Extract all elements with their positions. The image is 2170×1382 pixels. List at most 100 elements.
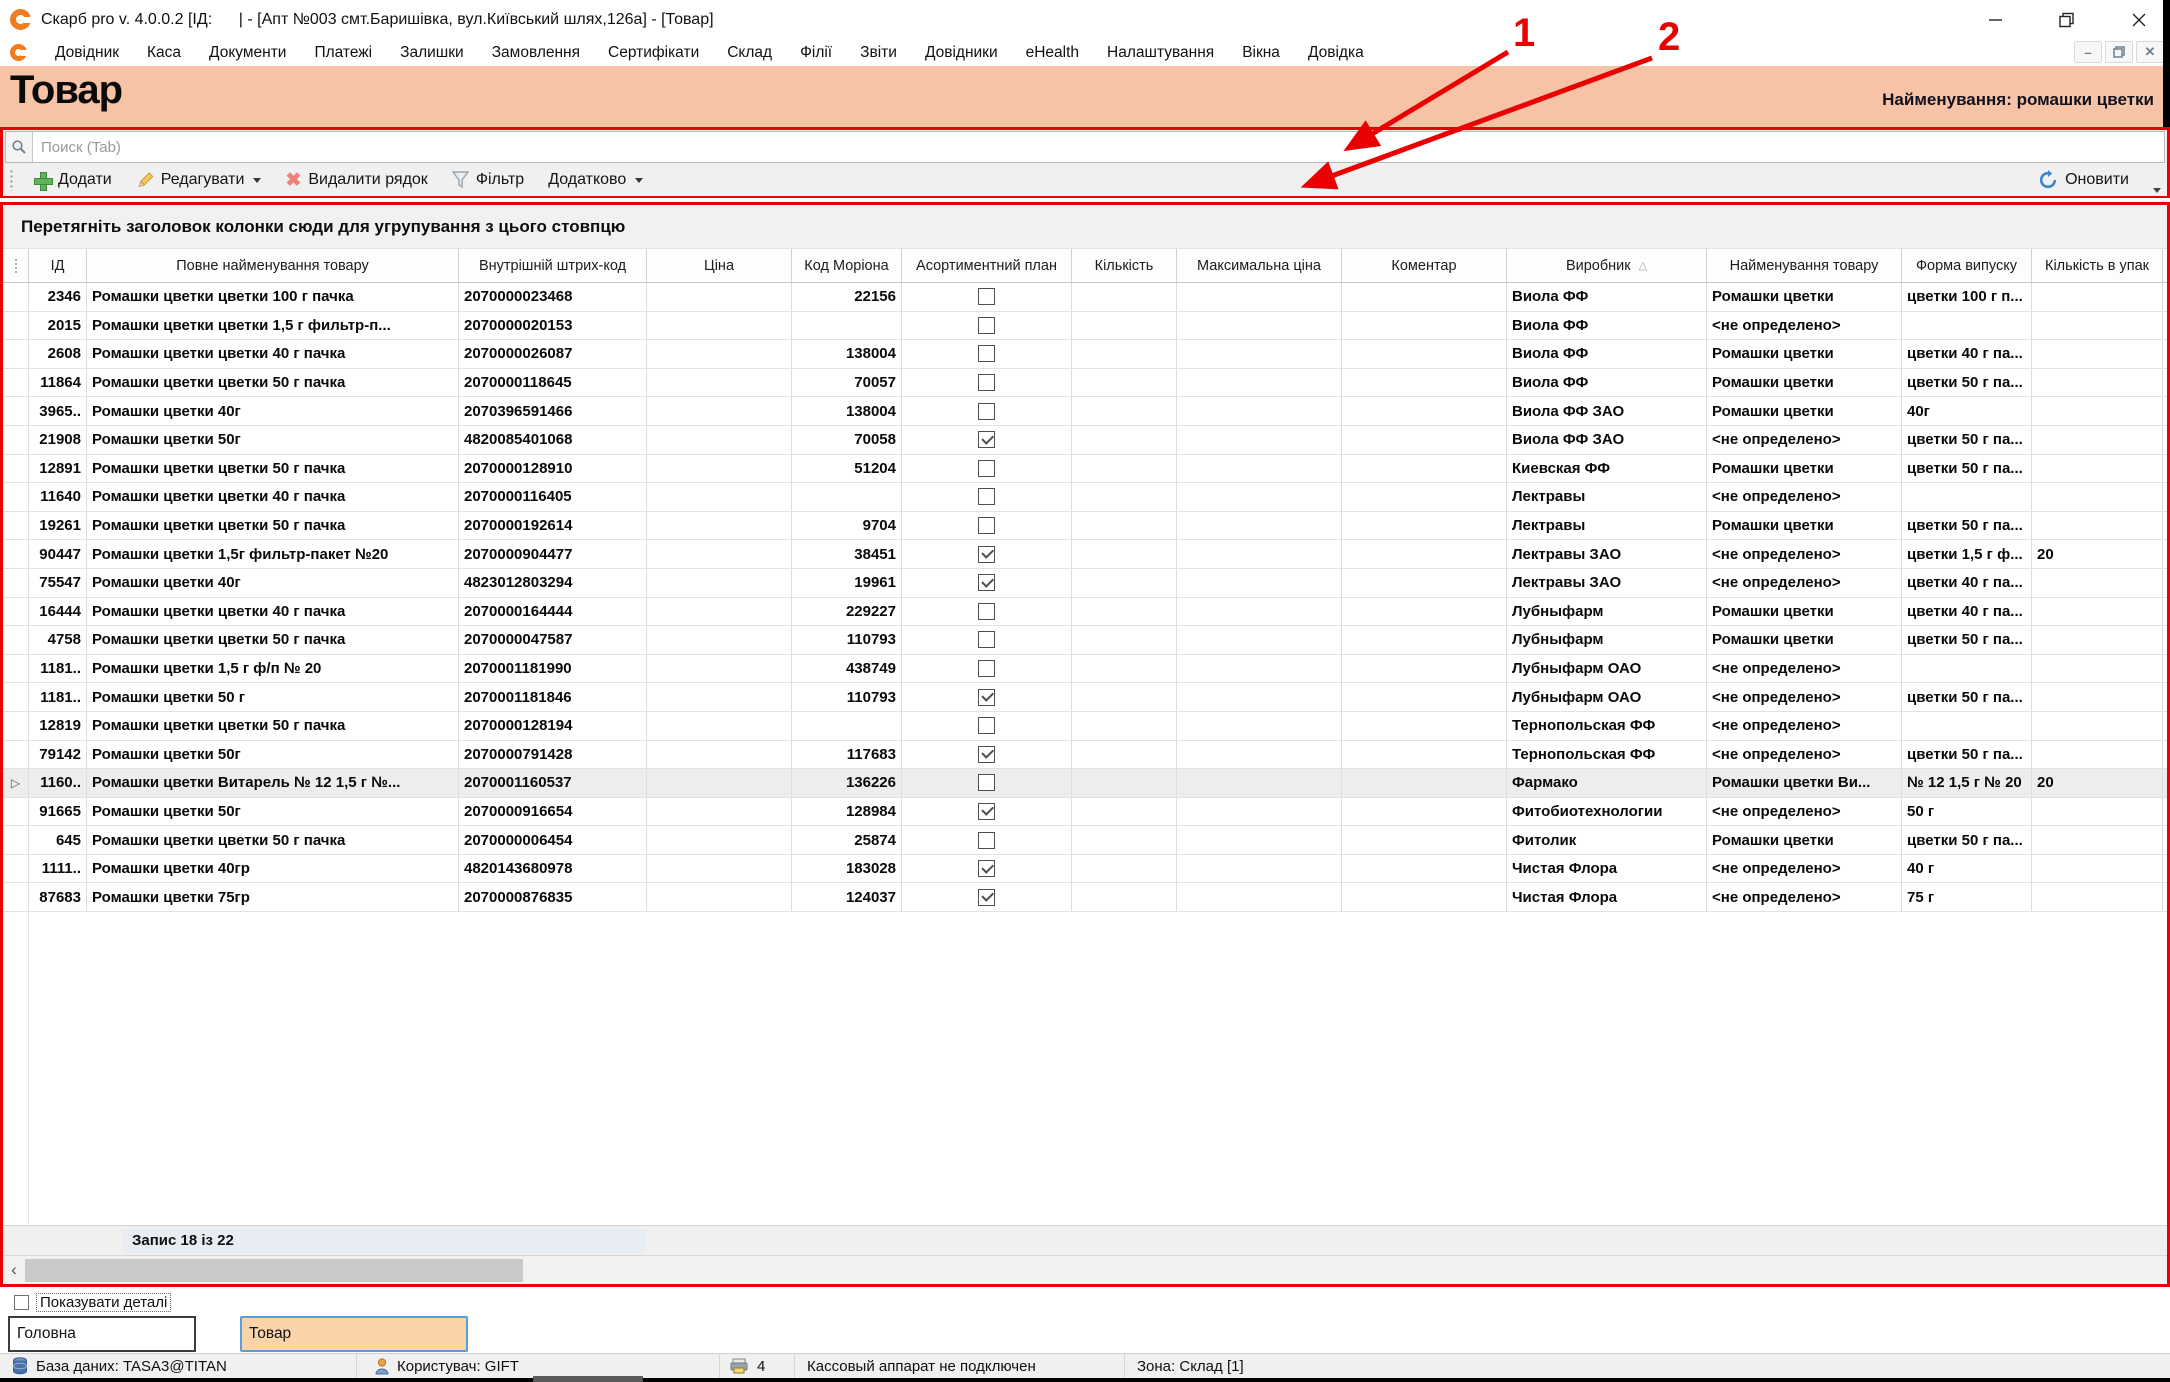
- column-header-product_name[interactable]: Найменування товару: [1707, 249, 1902, 282]
- cell-comment: [1342, 626, 1507, 654]
- checkbox-checked-icon[interactable]: [978, 803, 995, 820]
- checkbox-unchecked-icon[interactable]: [978, 345, 995, 362]
- cell-qty: [1072, 769, 1177, 797]
- column-header-barcode[interactable]: Внутрішній штрих-код: [459, 249, 647, 282]
- column-header-max_price[interactable]: Максимальна ціна: [1177, 249, 1342, 282]
- table-header-row: ІДПовне найменування товаруВнутрішній шт…: [3, 249, 2167, 283]
- column-header-plan[interactable]: Асортиментний план: [902, 249, 1072, 282]
- add-button[interactable]: Додати: [22, 168, 124, 192]
- table-row[interactable]: 90447Ромашки цветки 1,5г фильтр-пакет №2…: [3, 540, 2167, 569]
- checkbox-unchecked-icon[interactable]: [978, 374, 995, 391]
- table-row[interactable]: 1111..Ромашки цветки 40гр482014368097818…: [3, 855, 2167, 884]
- cell-pack: [2032, 569, 2163, 597]
- column-header-qty[interactable]: Кількість: [1072, 249, 1177, 282]
- restore-icon[interactable]: [2054, 7, 2080, 33]
- delete-row-button[interactable]: ✖ Видалити рядок: [273, 168, 439, 192]
- menu-item-Документи[interactable]: Документи: [195, 42, 300, 64]
- menu-item-Довідник[interactable]: Довідник: [41, 42, 133, 64]
- mdi-minimize-icon[interactable]: –: [2074, 41, 2102, 63]
- group-by-hint[interactable]: Перетягніть заголовок колонки сюди для у…: [3, 205, 2167, 249]
- column-header-full_name[interactable]: Повне найменування товару: [87, 249, 459, 282]
- checkbox-unchecked-icon[interactable]: [978, 288, 995, 305]
- menu-item-Налаштування[interactable]: Налаштування: [1093, 42, 1228, 64]
- checkbox-checked-icon[interactable]: [978, 546, 995, 563]
- show-details-label[interactable]: Показувати деталі: [36, 1293, 171, 1312]
- menu-item-Платежі[interactable]: Платежі: [300, 42, 386, 64]
- column-header-comment[interactable]: Коментар: [1342, 249, 1507, 282]
- menu-item-Довідка[interactable]: Довідка: [1294, 42, 1378, 64]
- checkbox-unchecked-icon[interactable]: [978, 660, 995, 677]
- mdi-restore-icon[interactable]: [2105, 41, 2133, 63]
- checkbox-unchecked-icon[interactable]: [978, 517, 995, 534]
- menu-item-Замовлення[interactable]: Замовлення: [478, 42, 594, 64]
- table-row[interactable]: 75547Ромашки цветки 40г48230128032941996…: [3, 569, 2167, 598]
- column-header-form[interactable]: Форма випуску: [1902, 249, 2032, 282]
- table-row[interactable]: 87683Ромашки цветки 75гр2070000876835124…: [3, 883, 2167, 912]
- minimize-icon[interactable]: [1982, 7, 2008, 33]
- checkbox-checked-icon[interactable]: [978, 746, 995, 763]
- table-row[interactable]: 645Ромашки цветки цветки 50 г пачка20700…: [3, 826, 2167, 855]
- checkbox-unchecked-icon[interactable]: [978, 631, 995, 648]
- scrollbar-thumb[interactable]: [25, 1259, 523, 1282]
- mdi-close-icon[interactable]: ✕: [2136, 41, 2164, 63]
- table-row[interactable]: 12819Ромашки цветки цветки 50 г пачка207…: [3, 712, 2167, 741]
- toolbar-grip[interactable]: [9, 169, 14, 191]
- column-header-pack[interactable]: Кількість в упак: [2032, 249, 2163, 282]
- table-row[interactable]: 79142Ромашки цветки 50г20700007914281176…: [3, 741, 2167, 770]
- edit-button[interactable]: Редагувати: [124, 168, 274, 192]
- column-header-price[interactable]: Ціна: [647, 249, 792, 282]
- menu-item-Звіти[interactable]: Звіти: [846, 42, 911, 64]
- table-row[interactable]: 2608Ромашки цветки цветки 40 г пачка2070…: [3, 340, 2167, 369]
- menu-item-Довідники[interactable]: Довідники: [911, 42, 1012, 64]
- table-row[interactable]: 3965..Ромашки цветки 40г2070396591466138…: [3, 397, 2167, 426]
- menu-item-Вікна[interactable]: Вікна: [1228, 42, 1294, 64]
- search-input[interactable]: [33, 132, 2164, 162]
- table-row[interactable]: 21908Ромашки цветки 50г48200854010687005…: [3, 426, 2167, 455]
- close-icon[interactable]: [2126, 7, 2152, 33]
- menu-item-Залишки[interactable]: Залишки: [386, 42, 478, 64]
- table-row[interactable]: 11864Ромашки цветки цветки 50 г пачка207…: [3, 369, 2167, 398]
- table-row[interactable]: 4758Ромашки цветки цветки 50 г пачка2070…: [3, 626, 2167, 655]
- checkbox-unchecked-icon[interactable]: [978, 460, 995, 477]
- table-row[interactable]: ▷1160..Ромашки цветки Витарель № 12 1,5 …: [3, 769, 2167, 798]
- checkbox-unchecked-icon[interactable]: [978, 603, 995, 620]
- table-row[interactable]: 1181..Ромашки цветки 50 г207000118184611…: [3, 683, 2167, 712]
- table-row[interactable]: 16444Ромашки цветки цветки 40 г пачка207…: [3, 598, 2167, 627]
- checkbox-checked-icon[interactable]: [978, 689, 995, 706]
- checkbox-checked-icon[interactable]: [978, 889, 995, 906]
- tab-tovar[interactable]: Товар: [240, 1316, 468, 1352]
- menu-item-Склад[interactable]: Склад: [713, 42, 786, 64]
- checkbox-checked-icon[interactable]: [978, 860, 995, 877]
- tab-home[interactable]: Головна: [8, 1316, 196, 1352]
- checkbox-unchecked-icon[interactable]: [978, 403, 995, 420]
- column-header-id[interactable]: ІД: [29, 249, 87, 282]
- show-details-checkbox[interactable]: [14, 1295, 29, 1310]
- checkbox-unchecked-icon[interactable]: [978, 774, 995, 791]
- checkbox-unchecked-icon[interactable]: [978, 832, 995, 849]
- more-button[interactable]: Додатково: [536, 168, 655, 192]
- table-row[interactable]: 11640Ромашки цветки цветки 40 г пачка207…: [3, 483, 2167, 512]
- horizontal-scrollbar[interactable]: ‹: [3, 1255, 2167, 1284]
- refresh-button[interactable]: Оновити: [2026, 167, 2141, 193]
- checkbox-checked-icon[interactable]: [978, 431, 995, 448]
- menu-item-Каса[interactable]: Каса: [133, 42, 195, 64]
- table-row[interactable]: 2346Ромашки цветки цветки 100 г пачка207…: [3, 283, 2167, 312]
- column-header-manufacturer[interactable]: Виробник△: [1507, 249, 1707, 282]
- table-row[interactable]: 12891Ромашки цветки цветки 50 г пачка207…: [3, 455, 2167, 484]
- column-header-morion[interactable]: Код Моріона: [792, 249, 902, 282]
- table-row[interactable]: 2015Ромашки цветки цветки 1,5 г фильтр-п…: [3, 312, 2167, 341]
- table-row[interactable]: 19261Ромашки цветки цветки 50 г пачка207…: [3, 512, 2167, 541]
- search-icon[interactable]: [6, 132, 33, 162]
- menu-item-Філії[interactable]: Філії: [786, 42, 846, 64]
- table-row[interactable]: 91665Ромашки цветки 50г20700009166541289…: [3, 798, 2167, 827]
- checkbox-unchecked-icon[interactable]: [978, 317, 995, 334]
- filter-button[interactable]: Фільтр: [440, 168, 536, 192]
- checkbox-unchecked-icon[interactable]: [978, 488, 995, 505]
- table-row[interactable]: 1181..Ромашки цветки 1,5 г ф/п № 2020700…: [3, 655, 2167, 684]
- checkbox-unchecked-icon[interactable]: [978, 717, 995, 734]
- scroll-left-icon[interactable]: ‹: [3, 1256, 25, 1284]
- checkbox-checked-icon[interactable]: [978, 574, 995, 591]
- menu-item-Сертифікати[interactable]: Сертифікати: [594, 42, 713, 64]
- toolbar-overflow-icon[interactable]: [2151, 188, 2161, 193]
- menu-item-eHealth[interactable]: eHealth: [1012, 42, 1093, 64]
